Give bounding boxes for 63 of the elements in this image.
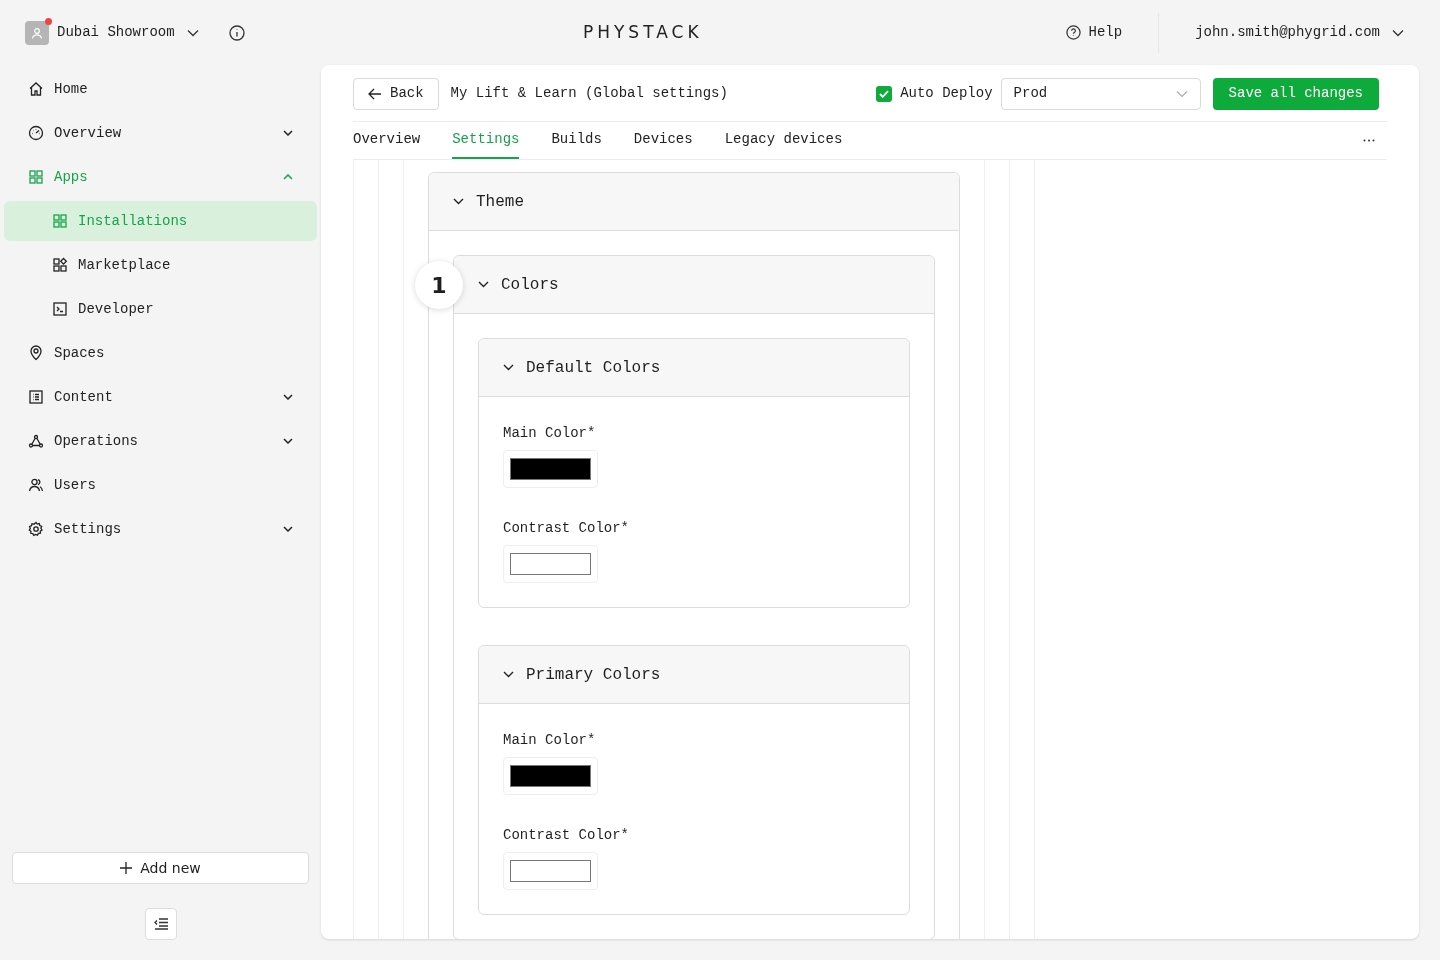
- environment-select[interactable]: Prod: [1000, 77, 1201, 110]
- sidebar-item[interactable]: Spaces: [4, 331, 317, 375]
- chevron-down-icon: [453, 198, 464, 205]
- gauge-icon: [28, 125, 44, 141]
- tab[interactable]: Overview: [353, 122, 421, 159]
- color-picker[interactable]: [503, 757, 598, 795]
- panel-header[interactable]: Theme: [429, 173, 959, 231]
- color-picker[interactable]: [503, 450, 598, 488]
- sidebar-item[interactable]: Content: [4, 375, 317, 419]
- chevron-down-icon: [503, 671, 514, 678]
- help-button[interactable]: Help: [1065, 22, 1123, 43]
- home-icon: [28, 81, 44, 97]
- chevron-down-icon: [1175, 89, 1188, 98]
- grid-icon: [28, 169, 44, 185]
- step-badge: 1: [415, 261, 463, 309]
- page-title: My Lift & Learn (Global settings): [450, 84, 728, 103]
- list-indent-icon: [153, 918, 168, 930]
- plus-icon: [120, 862, 133, 874]
- panel-header[interactable]: Default Colors: [479, 339, 909, 397]
- workspace-avatar[interactable]: [25, 20, 49, 45]
- shapes-icon: [52, 257, 68, 273]
- workspace-switcher[interactable]: Dubai Showroom: [57, 22, 199, 43]
- chevron-down-icon: [1392, 28, 1404, 37]
- list-icon: [28, 389, 44, 405]
- user-icon: [31, 26, 43, 39]
- sidebar-item[interactable]: Operations: [4, 419, 317, 463]
- tab[interactable]: Builds: [551, 122, 602, 159]
- terminal-icon: [52, 301, 68, 317]
- gear-icon: [28, 521, 44, 537]
- map-pin-icon: [28, 345, 44, 361]
- collapse-sidebar-button[interactable]: [144, 908, 177, 940]
- color-picker[interactable]: [503, 852, 598, 890]
- color-picker[interactable]: [503, 545, 598, 583]
- sidebar-item[interactable]: Users: [4, 463, 317, 507]
- grid-icon: [52, 213, 68, 229]
- field-label: Main Color*: [503, 731, 597, 750]
- field-label: Contrast Color*: [503, 826, 631, 845]
- tab[interactable]: Legacy devices: [724, 122, 843, 159]
- field-label: Main Color*: [503, 424, 597, 443]
- tab[interactable]: Devices: [633, 122, 693, 159]
- nodes-icon: [28, 433, 44, 449]
- more-icon[interactable]: [1363, 139, 1375, 142]
- sidebar-item[interactable]: Home: [4, 67, 317, 111]
- sidebar-subitem[interactable]: Marketplace: [4, 245, 317, 285]
- sidebar-item[interactable]: Settings: [4, 507, 317, 551]
- panel-header[interactable]: Primary Colors: [479, 646, 909, 704]
- chevron-down-icon: [503, 364, 514, 371]
- info-icon[interactable]: [228, 24, 245, 41]
- users-icon: [28, 477, 44, 493]
- sidebar-subitem[interactable]: Developer: [4, 289, 317, 329]
- add-new-button[interactable]: Add new: [12, 852, 309, 884]
- panel-header[interactable]: Colors: [454, 256, 934, 314]
- sidebar-item[interactable]: Overview: [4, 111, 317, 155]
- check-icon: [879, 89, 890, 98]
- arrow-left-icon: [368, 87, 382, 100]
- chevron-down-icon: [478, 281, 489, 288]
- logo: PHYSTACK: [582, 20, 703, 44]
- account-menu[interactable]: john.smith@phygrid.com: [1195, 22, 1404, 43]
- field-label: Contrast Color*: [503, 519, 631, 538]
- back-button[interactable]: Back: [353, 77, 439, 110]
- chevron-down-icon: [186, 28, 199, 37]
- auto-deploy-checkbox[interactable]: Auto Deploy: [876, 83, 993, 104]
- help-icon: [1065, 25, 1081, 40]
